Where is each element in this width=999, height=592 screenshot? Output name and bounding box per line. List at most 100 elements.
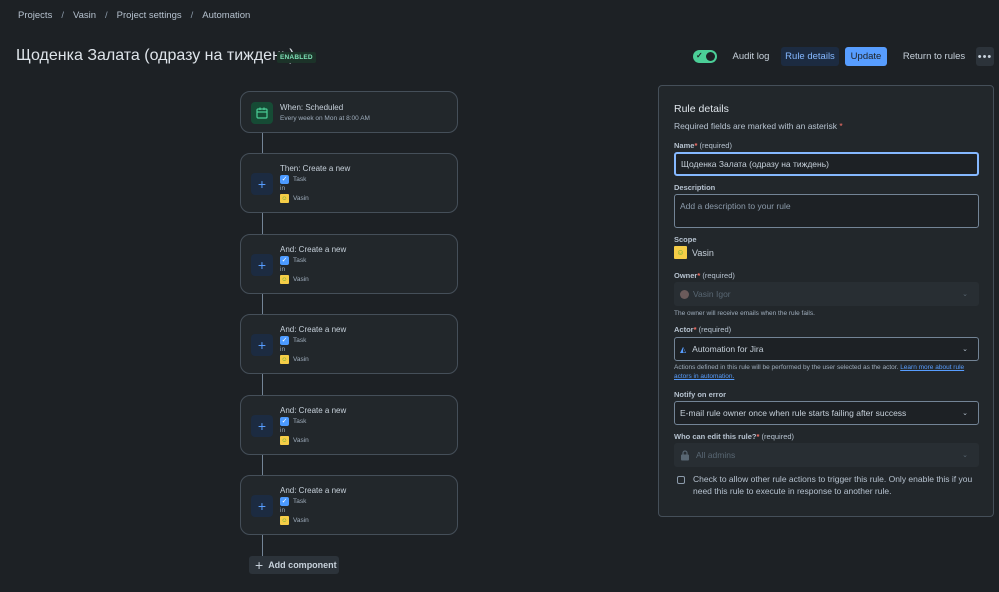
issue-type-label: Task [293, 257, 307, 264]
breadcrumb-separator: / [105, 10, 108, 21]
name-field[interactable]: Щоденка Залата (одразу на тиждень) [674, 152, 979, 176]
action-title: And: Create a new [280, 486, 347, 495]
rule-details-panel: Rule details Required fields are marked … [658, 85, 994, 517]
breadcrumb-project-settings[interactable]: Project settings [117, 10, 182, 21]
task-icon: ✓ [280, 497, 289, 506]
breadcrumb-automation[interactable]: Automation [202, 10, 250, 21]
scope-label: Scope [674, 235, 697, 244]
task-icon: ✓ [280, 417, 289, 426]
in-label: in [280, 427, 285, 434]
panel-subtitle: Required fields are marked with an aster… [674, 121, 843, 131]
project-label: Vasin [293, 517, 309, 524]
required-asterisk: * [693, 325, 697, 334]
action-card[interactable]: + Then: Create a new ✓ Task in ☺ Vasin [240, 153, 458, 213]
project-label: Vasin [293, 195, 309, 202]
calendar-icon [251, 102, 273, 124]
in-text: in [280, 185, 286, 192]
task-icon: ✓ [280, 336, 289, 345]
project-icon: ☺ [280, 194, 289, 203]
breadcrumb-separator: / [61, 10, 64, 21]
task-icon: ✓ [280, 256, 289, 265]
in-text: in [280, 507, 286, 514]
project-icon: ☺ [280, 516, 289, 525]
breadcrumb-project[interactable]: Vasin [73, 10, 96, 21]
project-icon: ☺ [280, 275, 289, 284]
issue-type-label: Task [293, 498, 307, 505]
action-title: And: Create a new [280, 325, 347, 334]
required-hint: (required) [702, 271, 735, 280]
name-label-text: Name [674, 141, 695, 150]
project-label: Vasin [293, 437, 309, 444]
scope-value: ☺ Vasin [674, 246, 714, 259]
owner-label: Owner* (required) [674, 271, 735, 280]
action-title: And: Create a new [280, 406, 347, 415]
avatar [680, 289, 689, 299]
action-card[interactable]: + And: Create a new ✓ Task in ☺ Vasin [240, 314, 458, 374]
description-label: Description [674, 183, 716, 192]
in-text: in [280, 266, 286, 273]
edit-permission-select[interactable]: All admins ⌄ [674, 443, 979, 467]
action-card[interactable]: + And: Create a new ✓ Task in ☺ Vasin [240, 234, 458, 294]
owner-value: Vasin Igor [693, 289, 731, 299]
edit-label-text: Who can edit this rule? [674, 432, 757, 441]
actor-label-text: Actor [674, 325, 694, 334]
required-asterisk: * [694, 141, 698, 150]
flow-connector [262, 455, 263, 475]
audit-log-button[interactable]: Audit log [727, 47, 775, 66]
issue-type-row: ✓ Task [280, 497, 306, 506]
actor-value: Automation for Jira [692, 344, 764, 354]
breadcrumb: Projects / Vasin / Project settings / Au… [18, 10, 250, 21]
automation-icon: ◭ [680, 344, 687, 354]
issue-type-row: ✓ Task [280, 417, 306, 426]
required-hint: (required) [698, 325, 732, 334]
notify-value: E-mail rule owner once when rule starts … [680, 408, 907, 418]
project-row: ☺ Vasin [280, 355, 309, 364]
trigger-schedule: Every week on Mon at 8:00 AM [280, 115, 370, 122]
breadcrumb-projects[interactable]: Projects [18, 10, 52, 21]
allow-rule-trigger-checkbox[interactable] [677, 476, 685, 484]
check-icon: ✓ [696, 51, 703, 60]
project-label: Vasin [293, 356, 309, 363]
scope-project-name: Vasin [692, 247, 714, 258]
toggle-knob [706, 52, 715, 61]
plus-icon: + [251, 173, 273, 195]
action-title: Then: Create a new [280, 164, 351, 173]
project-icon: ☺ [280, 436, 289, 445]
in-label: in [280, 266, 285, 273]
more-actions-button[interactable]: ••• [976, 47, 994, 66]
actor-help-text: Actions defined in this rule will be per… [674, 364, 899, 371]
actor-select[interactable]: ◭ Automation for Jira ⌄ [674, 337, 979, 361]
notify-select[interactable]: E-mail rule owner once when rule starts … [674, 401, 979, 425]
action-card[interactable]: + And: Create a new ✓ Task in ☺ Vasin [240, 475, 458, 535]
plus-icon: + [251, 334, 273, 356]
add-component-button[interactable]: + Add component [249, 556, 339, 574]
chevron-down-icon: ⌄ [962, 452, 968, 459]
panel-title: Rule details [674, 103, 729, 115]
rule-enabled-toggle[interactable]: ✓ [693, 50, 717, 63]
rule-details-button[interactable]: Rule details [781, 47, 839, 66]
update-button[interactable]: Update [845, 47, 887, 66]
in-label: in [280, 346, 285, 353]
required-asterisk: * [697, 271, 701, 280]
task-icon: ✓ [280, 175, 289, 184]
owner-label-text: Owner [674, 271, 698, 280]
actor-label: Actor* (required) [674, 325, 731, 334]
required-asterisk: * [756, 432, 760, 441]
notify-label: Notify on error [674, 390, 727, 399]
owner-select[interactable]: Vasin Igor ⌄ [674, 282, 979, 306]
description-field[interactable]: Add a description to your rule [674, 194, 979, 228]
allow-rule-trigger-option: Check to allow other rule actions to tri… [677, 473, 977, 498]
flow-connector [262, 213, 263, 234]
chevron-down-icon: ⌄ [962, 410, 968, 417]
project-label: Vasin [293, 276, 309, 283]
issue-type-row: ✓ Task [280, 336, 306, 345]
chevron-down-icon: ⌄ [962, 346, 968, 353]
project-icon: ☺ [674, 246, 687, 259]
issue-type-label: Task [293, 176, 307, 183]
trigger-card[interactable]: When: Scheduled Every week on Mon at 8:0… [240, 91, 458, 133]
edit-permission-value: All admins [696, 450, 736, 460]
issue-type-label: Task [293, 418, 307, 425]
in-label: in [280, 507, 285, 514]
return-to-rules-button[interactable]: Return to rules [899, 47, 969, 66]
action-card[interactable]: + And: Create a new ✓ Task in ☺ Vasin [240, 395, 458, 455]
